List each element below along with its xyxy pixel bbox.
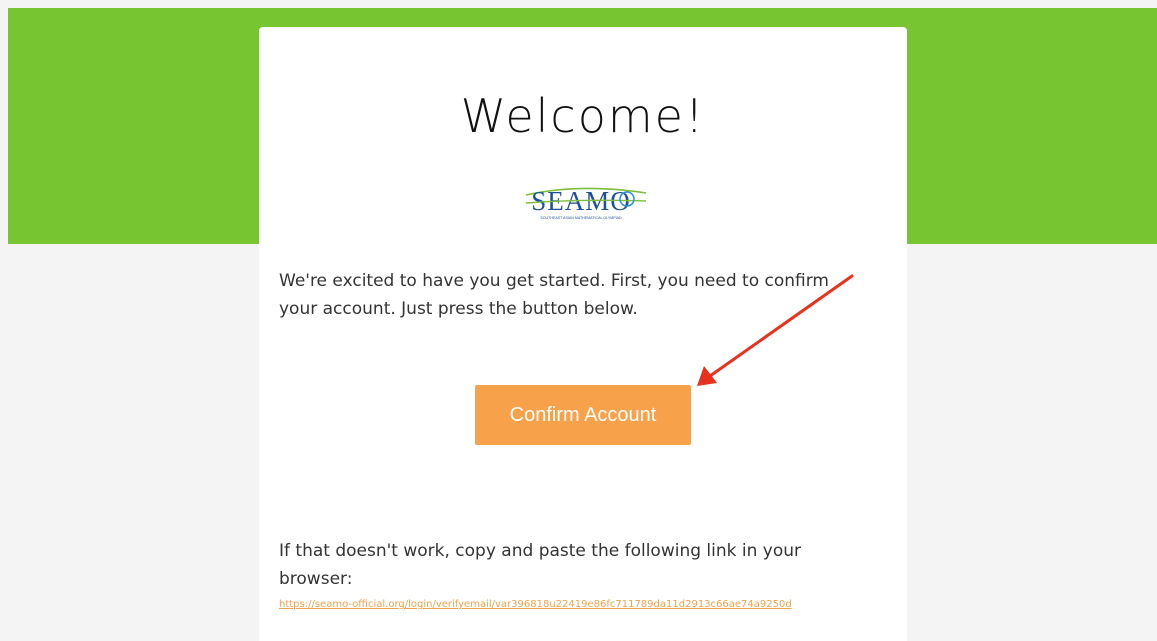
- verify-email-link[interactable]: https://seamo-official.org/login/verifye…: [279, 593, 839, 616]
- intro-text: We're excited to have you get started. F…: [279, 271, 829, 319]
- confirm-account-button[interactable]: Confirm Account: [475, 385, 691, 445]
- fallback-text: If that doesn't work, copy and paste the…: [279, 541, 802, 589]
- seamo-logo-icon: SEAMO SOUTHEAST ASIAN MATHEMATICAL OLYMP…: [525, 186, 647, 220]
- welcome-headline: Welcome!: [460, 89, 706, 143]
- email-card: Welcome! SEAMO SOUTHEAST ASIAN MATHEMATI…: [259, 27, 907, 641]
- seamo-logo: SEAMO SOUTHEAST ASIAN MATHEMATICAL OLYMP…: [506, 179, 656, 221]
- logo-tagline: SOUTHEAST ASIAN MATHEMATICAL OLYMPIAD: [540, 216, 622, 220]
- email-page: Welcome! SEAMO SOUTHEAST ASIAN MATHEMATI…: [0, 0, 1157, 641]
